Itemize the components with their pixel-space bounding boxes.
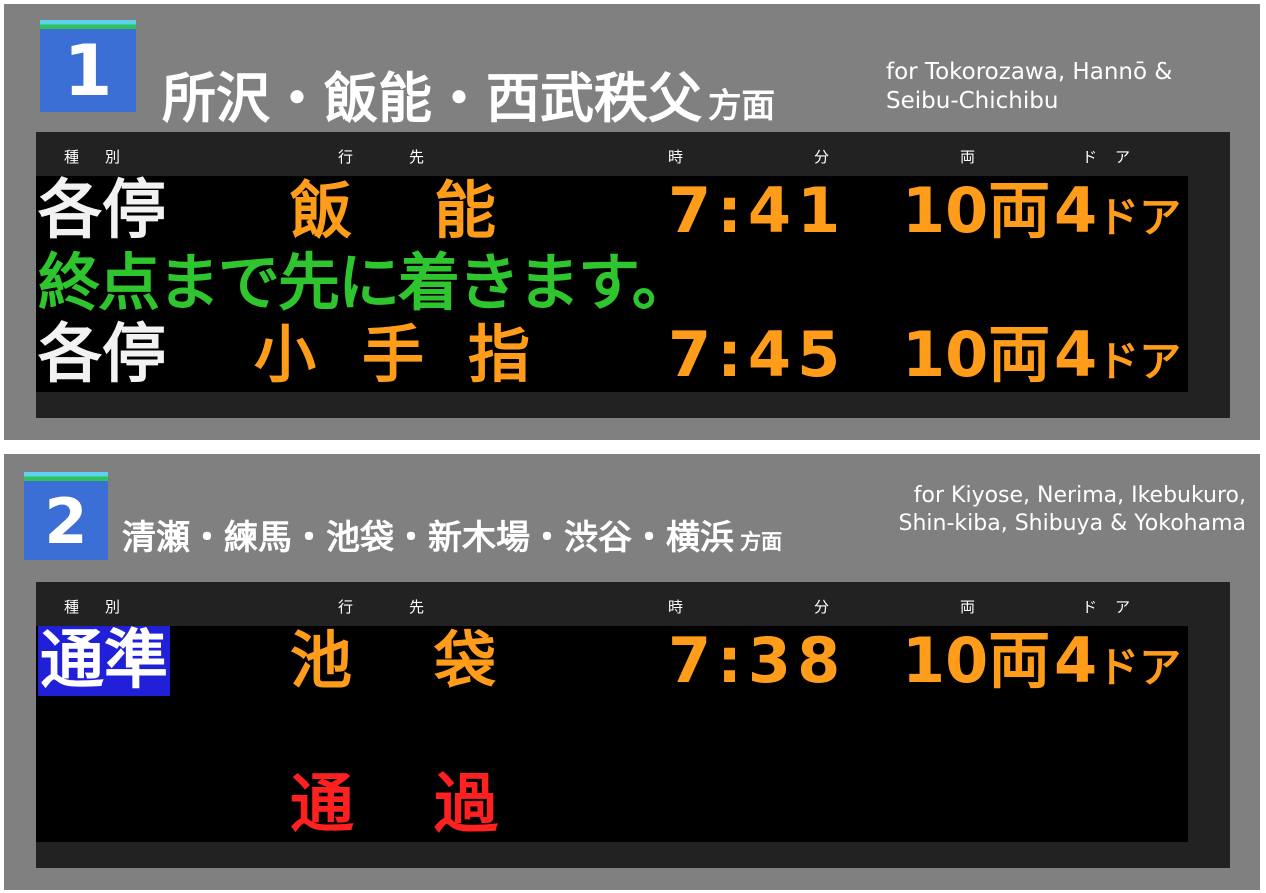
destination-char-2: 能 <box>434 174 497 247</box>
departure-time: 7:45 <box>668 318 847 391</box>
scrolling-message-row: 終点まで先に着きます。 <box>36 248 1188 318</box>
passing-row: 通 過 <box>36 770 1188 840</box>
destination-char-2: 袋 <box>434 624 497 697</box>
destination-char-3: 指 <box>468 318 531 391</box>
header-destination: 行先 <box>338 598 481 616</box>
departure-row-1: 各停 飯 能 7:41 10両 4ドア <box>36 174 1188 248</box>
header-cars: 両 <box>960 598 976 616</box>
platform-number: 2 <box>44 484 88 558</box>
door-count: 4ドア <box>1054 176 1181 246</box>
direction-suffix: 方面 <box>740 529 783 554</box>
door-suffix: ドア <box>1097 193 1182 242</box>
header-doors: ドア <box>1082 148 1149 166</box>
car-count: 10両 <box>902 174 1051 247</box>
header-hour: 時 <box>668 148 684 166</box>
departure-board: 種別 行先 時 分 両 ドア 各停 飯 能 7:41 10両 4ドア 終点まで先… <box>36 132 1230 418</box>
direction-english-line-2: Seibu-Chichibu <box>886 87 1059 114</box>
car-count: 10両 <box>902 318 1051 391</box>
header-minute: 分 <box>814 148 830 166</box>
header-minute: 分 <box>814 598 830 616</box>
line-color-stripe <box>24 472 108 481</box>
destination-char-1: 飯 <box>290 174 353 247</box>
platform-number-badge: 2 <box>24 472 108 560</box>
direction-title: 清瀬・練馬・池袋・新木場・渋谷・横浜 方面 <box>122 510 782 559</box>
header-doors: ドア <box>1082 598 1149 616</box>
direction-destinations: 清瀬・練馬・池袋・新木場・渋谷・横浜 <box>122 518 734 558</box>
door-suffix: ドア <box>1097 337 1182 386</box>
header-type: 種別 <box>64 598 147 616</box>
departure-time: 7:38 <box>668 624 847 697</box>
led-display: 各停 飯 能 7:41 10両 4ドア 終点まで先に着きます。 各停 小 手 指… <box>36 176 1188 392</box>
led-display: 通準 池 袋 7:38 10両 4ドア 通 過 <box>36 626 1188 842</box>
train-type: 通準 <box>38 624 170 698</box>
car-count: 10両 <box>902 624 1051 697</box>
direction-english: for Tokorozawa, Hannō & Seibu-Chichibu <box>886 58 1172 116</box>
scrolling-message: 終点まで先に着きます。 <box>38 246 694 319</box>
header-type: 種別 <box>64 148 147 166</box>
direction-title: 所沢・飯能・西武秩父 方面 <box>162 54 775 133</box>
destination-char-2: 手 <box>362 318 425 391</box>
platform-number-badge: 1 <box>40 20 136 112</box>
header-cars: 両 <box>960 148 976 166</box>
direction-english-line-1: for Tokorozawa, Hannō & <box>886 59 1173 85</box>
direction-suffix: 方面 <box>708 86 775 125</box>
door-suffix: ドア <box>1097 643 1182 692</box>
door-count: 4ドア <box>1054 626 1181 696</box>
direction-destinations: 所沢・飯能・西武秩父 <box>162 67 702 130</box>
door-count: 4ドア <box>1054 320 1181 390</box>
train-type: 各停 <box>38 318 166 392</box>
destination-char-1: 小 <box>254 318 317 391</box>
direction-english: for Kiyose, Nerima, Ikebukuro, Shin-kiba… <box>899 482 1247 537</box>
header-hour: 時 <box>668 598 684 616</box>
door-number: 4 <box>1054 624 1098 697</box>
direction-english-line-2: Shin-kiba, Shibuya & Yokohama <box>898 510 1247 536</box>
destination-char-1: 池 <box>290 624 353 697</box>
direction-english-line-1: for Kiyose, Nerima, Ikebukuro, <box>913 483 1246 508</box>
departure-board: 種別 行先 時 分 両 ドア 通準 池 袋 7:38 10両 4ドア 通 過 <box>36 582 1230 868</box>
door-number: 4 <box>1054 318 1098 391</box>
departure-time: 7:41 <box>668 174 847 247</box>
platform-number: 1 <box>63 30 113 112</box>
departure-row-1: 通準 池 袋 7:38 10両 4ドア <box>36 626 1188 696</box>
passing-char-2: 過 <box>434 768 498 842</box>
platform-1-panel: 1 所沢・飯能・西武秩父 方面 for Tokorozawa, Hannō & S… <box>4 4 1260 440</box>
departure-row-2: 各停 小 手 指 7:45 10両 4ドア <box>36 318 1188 392</box>
train-type: 各停 <box>38 174 166 248</box>
door-number: 4 <box>1054 174 1098 247</box>
header-destination: 行先 <box>338 148 481 166</box>
passing-char-1: 通 <box>290 768 354 842</box>
line-color-stripe <box>40 20 136 29</box>
platform-2-panel: 2 清瀬・練馬・池袋・新木場・渋谷・横浜 方面 for Kiyose, Nerim… <box>4 454 1260 890</box>
